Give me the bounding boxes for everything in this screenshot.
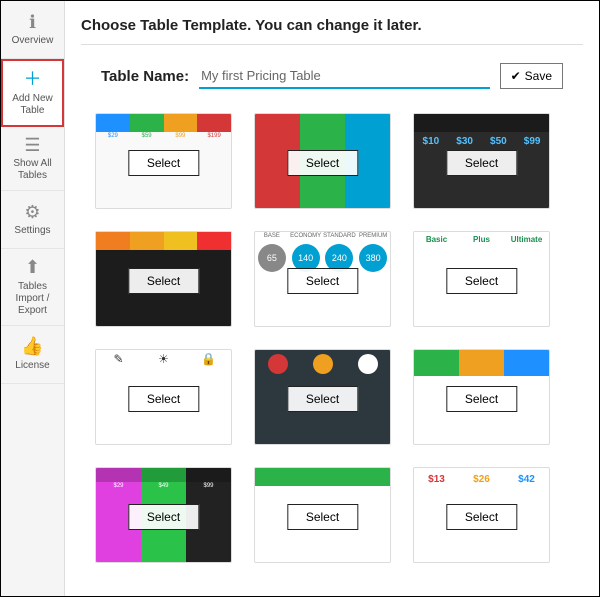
- select-button[interactable]: Select: [287, 150, 358, 176]
- template-card[interactable]: Select: [95, 231, 232, 327]
- sidebar-item-import-export[interactable]: ⬆ Tables Import / Export: [1, 249, 64, 326]
- price-text: $13: [414, 468, 459, 491]
- sidebar-item-label: Settings: [14, 225, 50, 237]
- sidebar-item-settings[interactable]: ⚙ Settings: [1, 191, 64, 249]
- price-text: $99: [515, 136, 549, 147]
- sidebar: ℹ Overview ＋ Add New Table ☰ Show All Ta…: [1, 1, 65, 596]
- price-text: $30: [448, 136, 482, 147]
- upload-icon: ⬆: [25, 257, 40, 279]
- template-card[interactable]: BasicPlusUltimate Select: [413, 231, 550, 327]
- value-circle: 380: [359, 244, 387, 272]
- template-card[interactable]: $29 $59 $99 $199 Select: [95, 113, 232, 209]
- price-text: $199: [197, 132, 231, 140]
- template-card[interactable]: Select: [413, 349, 550, 445]
- save-button[interactable]: ✔ Save: [500, 63, 563, 89]
- price-text: $29: [96, 132, 130, 140]
- info-icon: ℹ: [29, 12, 36, 34]
- col-head: ECONOMY: [289, 232, 323, 240]
- sidebar-item-label: Tables Import / Export: [5, 281, 60, 317]
- plus-circle-icon: ＋: [24, 69, 42, 91]
- price-text: $50: [482, 136, 516, 147]
- thumbs-up-icon: 👍: [21, 336, 43, 358]
- select-button[interactable]: Select: [287, 386, 358, 412]
- table-name-input[interactable]: [199, 64, 489, 89]
- col-head: PREMIUM: [356, 232, 390, 240]
- col-head: BASE: [255, 232, 289, 240]
- sidebar-item-label: License: [15, 360, 49, 372]
- price-text: $42: [504, 468, 549, 491]
- price-text: $99: [164, 132, 198, 140]
- price-text: $10: [414, 136, 448, 147]
- sidebar-item-label: Show All Tables: [5, 158, 60, 182]
- save-button-label: Save: [525, 69, 552, 83]
- select-button[interactable]: Select: [128, 268, 199, 294]
- template-grid: $29 $59 $99 $199 Select Select $10 $30 $…: [81, 113, 583, 563]
- sidebar-item-show-all-tables[interactable]: ☰ Show All Tables: [1, 127, 64, 192]
- select-button[interactable]: Select: [446, 386, 517, 412]
- template-card[interactable]: Select: [254, 467, 391, 563]
- select-button[interactable]: Select: [287, 268, 358, 294]
- sidebar-item-label: Overview: [12, 35, 54, 47]
- template-card[interactable]: $13 $26 $42 Select: [413, 467, 550, 563]
- value-circle: 65: [258, 244, 286, 272]
- sidebar-item-overview[interactable]: ℹ Overview: [1, 1, 64, 59]
- check-icon: ✔: [511, 69, 521, 83]
- col-head: STANDARD: [323, 232, 357, 240]
- price-text: $26: [459, 468, 504, 491]
- main-content: Choose Table Template. You can change it…: [65, 1, 599, 596]
- template-card[interactable]: $29 $49 $99 Select: [95, 467, 232, 563]
- select-button[interactable]: Select: [128, 386, 199, 412]
- gear-icon: ⚙: [24, 202, 40, 224]
- price-text: $29: [96, 482, 141, 490]
- table-name-row: Table Name: ✔ Save: [101, 63, 563, 89]
- sidebar-item-license[interactable]: 👍 License: [1, 326, 64, 384]
- select-button[interactable]: Select: [128, 504, 199, 530]
- select-button[interactable]: Select: [446, 504, 517, 530]
- sidebar-item-label: Add New Table: [7, 93, 58, 117]
- list-icon: ☰: [24, 135, 40, 157]
- select-button[interactable]: Select: [446, 150, 517, 176]
- template-card[interactable]: $10 $30 $50 $99 Select: [413, 113, 550, 209]
- template-card[interactable]: Select: [254, 349, 391, 445]
- select-button[interactable]: Select: [287, 504, 358, 530]
- price-text: $99: [186, 482, 231, 490]
- page-title: Choose Table Template. You can change it…: [81, 11, 583, 45]
- template-card[interactable]: Select: [254, 113, 391, 209]
- price-text: $49: [141, 482, 186, 490]
- sidebar-item-add-new-table[interactable]: ＋ Add New Table: [1, 59, 64, 127]
- table-name-label: Table Name:: [101, 68, 189, 85]
- select-button[interactable]: Select: [128, 150, 199, 176]
- price-text: $59: [130, 132, 164, 140]
- select-button[interactable]: Select: [446, 268, 517, 294]
- template-card[interactable]: BASE65 ECONOMY140 STANDARD240 PREMIUM380…: [254, 231, 391, 327]
- template-card[interactable]: ✎☀🔒 Select: [95, 349, 232, 445]
